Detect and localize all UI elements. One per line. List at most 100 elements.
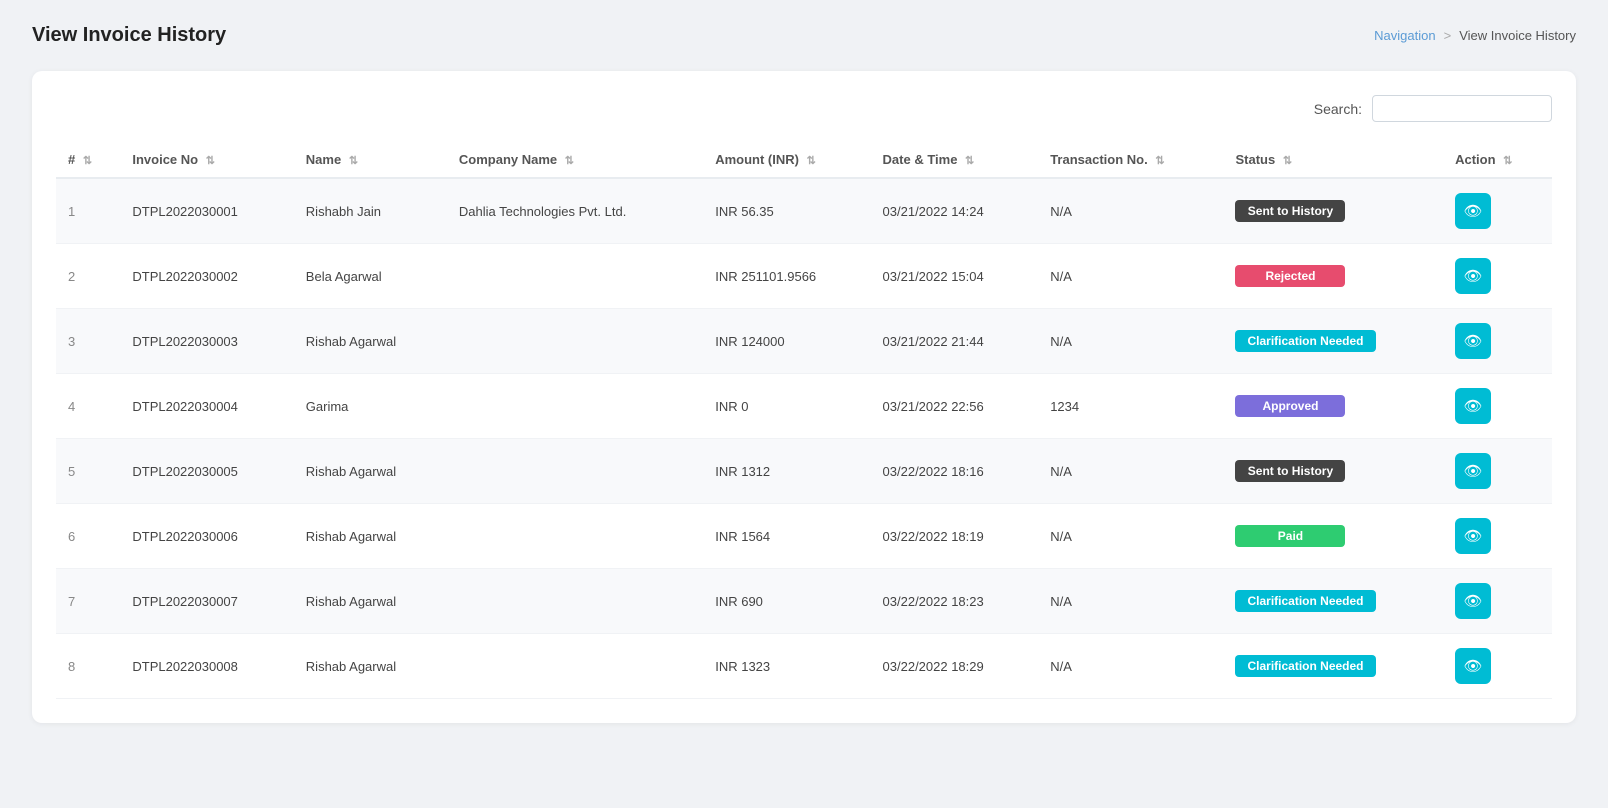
col-amount[interactable]: Amount (INR) ⇅ (703, 142, 870, 178)
view-button[interactable]: 👁 (1455, 453, 1491, 489)
view-button[interactable]: 👁 (1455, 258, 1491, 294)
col-company[interactable]: Company Name ⇅ (447, 142, 703, 178)
sort-icon-name: ⇅ (349, 154, 358, 167)
cell-company (447, 634, 703, 699)
breadcrumb: Navigation > View Invoice History (1374, 28, 1576, 43)
cell-company: Dahlia Technologies Pvt. Ltd. (447, 178, 703, 244)
breadcrumb-nav[interactable]: Navigation (1374, 28, 1435, 43)
cell-status: Sent to History (1223, 439, 1443, 504)
cell-datetime: 03/21/2022 15:04 (871, 244, 1039, 309)
status-badge: Clarification Needed (1235, 590, 1375, 612)
view-button[interactable]: 👁 (1455, 388, 1491, 424)
cell-name: Rishab Agarwal (294, 309, 447, 374)
cell-num: 1 (56, 178, 120, 244)
table-header: # ⇅ Invoice No ⇅ Name ⇅ Company Name ⇅ A… (56, 142, 1552, 178)
cell-num: 7 (56, 569, 120, 634)
table-body: 1 DTPL2022030001 Rishabh Jain Dahlia Tec… (56, 178, 1552, 699)
view-button[interactable]: 👁 (1455, 193, 1491, 229)
status-badge: Clarification Needed (1235, 655, 1375, 677)
invoice-table: # ⇅ Invoice No ⇅ Name ⇅ Company Name ⇅ A… (56, 142, 1552, 699)
eye-icon: 👁 (1464, 397, 1483, 415)
sort-icon-action: ⇅ (1503, 154, 1512, 167)
col-datetime[interactable]: Date & Time ⇅ (871, 142, 1039, 178)
cell-datetime: 03/21/2022 22:56 (871, 374, 1039, 439)
table-row: 5 DTPL2022030005 Rishab Agarwal INR 1312… (56, 439, 1552, 504)
cell-status: Sent to History (1223, 178, 1443, 244)
cell-name: Rishab Agarwal (294, 569, 447, 634)
sort-icon-transaction: ⇅ (1155, 154, 1164, 167)
sort-icon-company: ⇅ (565, 154, 574, 167)
cell-name: Bela Agarwal (294, 244, 447, 309)
table-row: 3 DTPL2022030003 Rishab Agarwal INR 1240… (56, 309, 1552, 374)
cell-name: Garima (294, 374, 447, 439)
cell-datetime: 03/22/2022 18:19 (871, 504, 1039, 569)
cell-action: 👁 (1443, 634, 1552, 699)
view-button[interactable]: 👁 (1455, 323, 1491, 359)
cell-action: 👁 (1443, 439, 1552, 504)
eye-icon: 👁 (1464, 462, 1483, 480)
cell-status: Approved (1223, 374, 1443, 439)
page-title: View Invoice History (32, 24, 226, 47)
cell-company (447, 439, 703, 504)
cell-action: 👁 (1443, 309, 1552, 374)
search-row: Search: (56, 95, 1552, 122)
cell-company (447, 309, 703, 374)
eye-icon: 👁 (1464, 332, 1483, 350)
cell-amount: INR 251101.9566 (703, 244, 870, 309)
eye-icon: 👁 (1464, 202, 1483, 220)
cell-action: 👁 (1443, 178, 1552, 244)
cell-num: 3 (56, 309, 120, 374)
cell-transaction: 1234 (1038, 374, 1223, 439)
cell-status: Paid (1223, 504, 1443, 569)
cell-action: 👁 (1443, 504, 1552, 569)
cell-name: Rishab Agarwal (294, 634, 447, 699)
col-invoice-no[interactable]: Invoice No ⇅ (120, 142, 293, 178)
cell-num: 5 (56, 439, 120, 504)
status-badge: Approved (1235, 395, 1345, 417)
status-badge: Sent to History (1235, 200, 1345, 222)
cell-transaction: N/A (1038, 178, 1223, 244)
table-row: 4 DTPL2022030004 Garima INR 0 03/21/2022… (56, 374, 1552, 439)
view-button[interactable]: 👁 (1455, 648, 1491, 684)
cell-amount: INR 1323 (703, 634, 870, 699)
cell-amount: INR 690 (703, 569, 870, 634)
cell-invoice-no: DTPL2022030007 (120, 569, 293, 634)
sort-icon-status: ⇅ (1283, 154, 1292, 167)
main-card: Search: # ⇅ Invoice No ⇅ Name ⇅ Company … (32, 71, 1576, 723)
cell-company (447, 374, 703, 439)
cell-action: 👁 (1443, 374, 1552, 439)
cell-amount: INR 0 (703, 374, 870, 439)
col-action[interactable]: Action ⇅ (1443, 142, 1552, 178)
cell-amount: INR 1564 (703, 504, 870, 569)
search-input[interactable] (1372, 95, 1552, 122)
table-row: 2 DTPL2022030002 Bela Agarwal INR 251101… (56, 244, 1552, 309)
sort-icon-amount: ⇅ (807, 154, 816, 167)
cell-company (447, 504, 703, 569)
cell-action: 👁 (1443, 569, 1552, 634)
cell-status: Clarification Needed (1223, 634, 1443, 699)
cell-invoice-no: DTPL2022030003 (120, 309, 293, 374)
cell-name: Rishab Agarwal (294, 439, 447, 504)
status-badge: Sent to History (1235, 460, 1345, 482)
cell-company (447, 569, 703, 634)
cell-invoice-no: DTPL2022030006 (120, 504, 293, 569)
cell-invoice-no: DTPL2022030005 (120, 439, 293, 504)
col-num[interactable]: # ⇅ (56, 142, 120, 178)
col-status[interactable]: Status ⇅ (1223, 142, 1443, 178)
cell-invoice-no: DTPL2022030001 (120, 178, 293, 244)
view-button[interactable]: 👁 (1455, 518, 1491, 554)
eye-icon: 👁 (1464, 657, 1483, 675)
col-name[interactable]: Name ⇅ (294, 142, 447, 178)
cell-num: 2 (56, 244, 120, 309)
cell-datetime: 03/22/2022 18:23 (871, 569, 1039, 634)
cell-action: 👁 (1443, 244, 1552, 309)
cell-datetime: 03/21/2022 21:44 (871, 309, 1039, 374)
view-button[interactable]: 👁 (1455, 583, 1491, 619)
cell-transaction: N/A (1038, 244, 1223, 309)
breadcrumb-current: View Invoice History (1459, 28, 1576, 43)
col-transaction[interactable]: Transaction No. ⇅ (1038, 142, 1223, 178)
sort-icon-invoice: ⇅ (206, 154, 215, 167)
cell-transaction: N/A (1038, 569, 1223, 634)
cell-invoice-no: DTPL2022030002 (120, 244, 293, 309)
eye-icon: 👁 (1464, 592, 1483, 610)
